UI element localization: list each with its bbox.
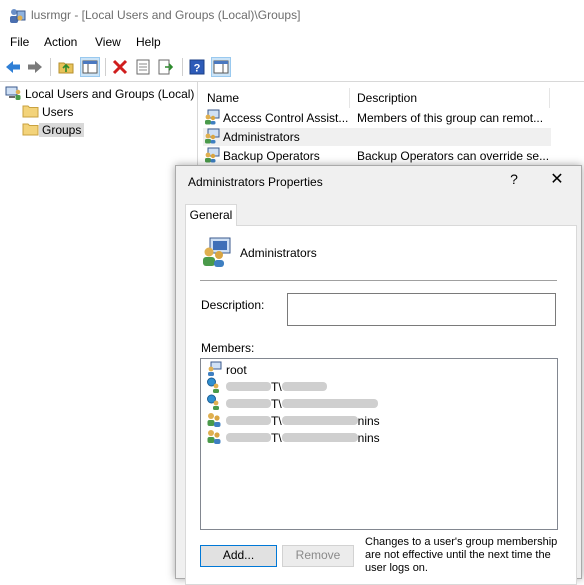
domain-group-icon [206,428,222,447]
column-header-name[interactable]: Name [207,88,239,108]
description-label: Description: [201,298,265,312]
remove-button[interactable]: Remove [282,545,354,567]
member-name: root [226,362,247,377]
export-list-icon[interactable] [156,57,176,77]
redacted-text [226,399,271,408]
tree-root-label: Local Users and Groups (Local) [25,87,195,101]
back-arrow-icon[interactable] [3,57,23,77]
folder-icon [22,104,39,121]
menu-action[interactable]: Action [44,35,77,49]
list-row[interactable]: Administrators [203,128,551,146]
tree-item-groups[interactable]: Groups [22,121,85,139]
tree-pane: Local Users and Groups (Local) Users Gro… [0,82,198,579]
description-field[interactable] [287,293,556,326]
group-icon [203,128,220,147]
local-user-icon [206,361,222,379]
member-name: T\ nins [226,431,380,445]
help-button[interactable]: ? [504,171,524,187]
members-list[interactable]: root T\ T\ T\ nins T\ nins [200,358,558,530]
toolbar: ? [0,54,584,82]
member-name: T\ nins [226,414,380,428]
computer-users-icon [5,85,22,104]
row-description: Members of this group can remot... [357,111,544,125]
users-groups-app-icon [8,7,26,25]
redacted-text [226,416,271,425]
folder-icon [22,122,39,139]
redacted-text [281,416,358,425]
tree-item-users-label: Users [42,105,74,119]
help-icon[interactable]: ? [187,57,207,77]
member-item[interactable]: root [206,361,247,378]
column-divider[interactable] [549,88,550,108]
toolbar-separator [105,58,106,76]
tree-item-users[interactable]: Users [22,103,76,121]
tree-root[interactable]: Local Users and Groups (Local) [5,85,197,103]
menu-view[interactable]: View [95,35,121,49]
member-item[interactable]: T\ nins [206,429,380,446]
list-row[interactable]: Backup Operators Backup Operators can ov… [203,147,550,166]
menu-bar: File Action View Help [0,32,584,55]
delete-icon[interactable] [110,57,130,77]
menu-help[interactable]: Help [136,35,161,49]
column-divider[interactable] [349,88,350,108]
group-icon [203,109,220,128]
member-name: T\ [226,380,327,394]
redacted-text [281,433,358,442]
redacted-text [226,382,271,391]
members-label: Members: [201,341,255,355]
forward-arrow-icon[interactable] [25,57,45,77]
redacted-text [281,382,327,391]
show-hide-tree-icon[interactable] [80,57,100,77]
member-item[interactable]: T\ nins [206,412,380,429]
toolbar-separator [182,58,183,76]
show-action-pane-icon[interactable] [211,57,231,77]
administrators-properties-dialog: Administrators Properties ? ✕ General Ad… [175,165,582,585]
list-row[interactable]: Access Control Assist... Members of this… [203,109,548,127]
row-name: Administrators [223,130,300,144]
menu-file[interactable]: File [10,35,29,49]
row-description: Backup Operators can override se... [357,149,550,163]
row-name: Access Control Assist... [223,111,349,125]
divider [200,280,557,281]
group-large-icon [200,236,232,271]
redacted-text [281,399,378,408]
properties-icon[interactable] [133,57,153,77]
member-name: T\ [226,397,378,411]
close-button[interactable]: ✕ [545,169,569,189]
tab-general[interactable]: General [185,204,237,226]
membership-note: Changes to a user's group membership are… [365,536,558,574]
dialog-title: Administrators Properties [188,175,323,189]
redacted-text [226,433,271,442]
window-title: lusrmgr - [Local Users and Groups (Local… [31,8,301,22]
svg-text:?: ? [194,63,201,75]
up-folder-icon[interactable] [56,57,76,77]
row-name: Backup Operators [223,149,320,163]
member-item[interactable]: T\ [206,377,327,395]
tree-item-groups-label: Groups [39,123,85,137]
toolbar-separator [50,58,51,76]
add-button[interactable]: Add... [200,545,277,567]
member-item[interactable]: T\ [206,394,378,412]
title-bar: lusrmgr - [Local Users and Groups (Local… [0,0,584,32]
column-header-description[interactable]: Description [357,88,417,108]
group-icon [203,147,220,166]
group-name: Administrators [240,246,317,260]
